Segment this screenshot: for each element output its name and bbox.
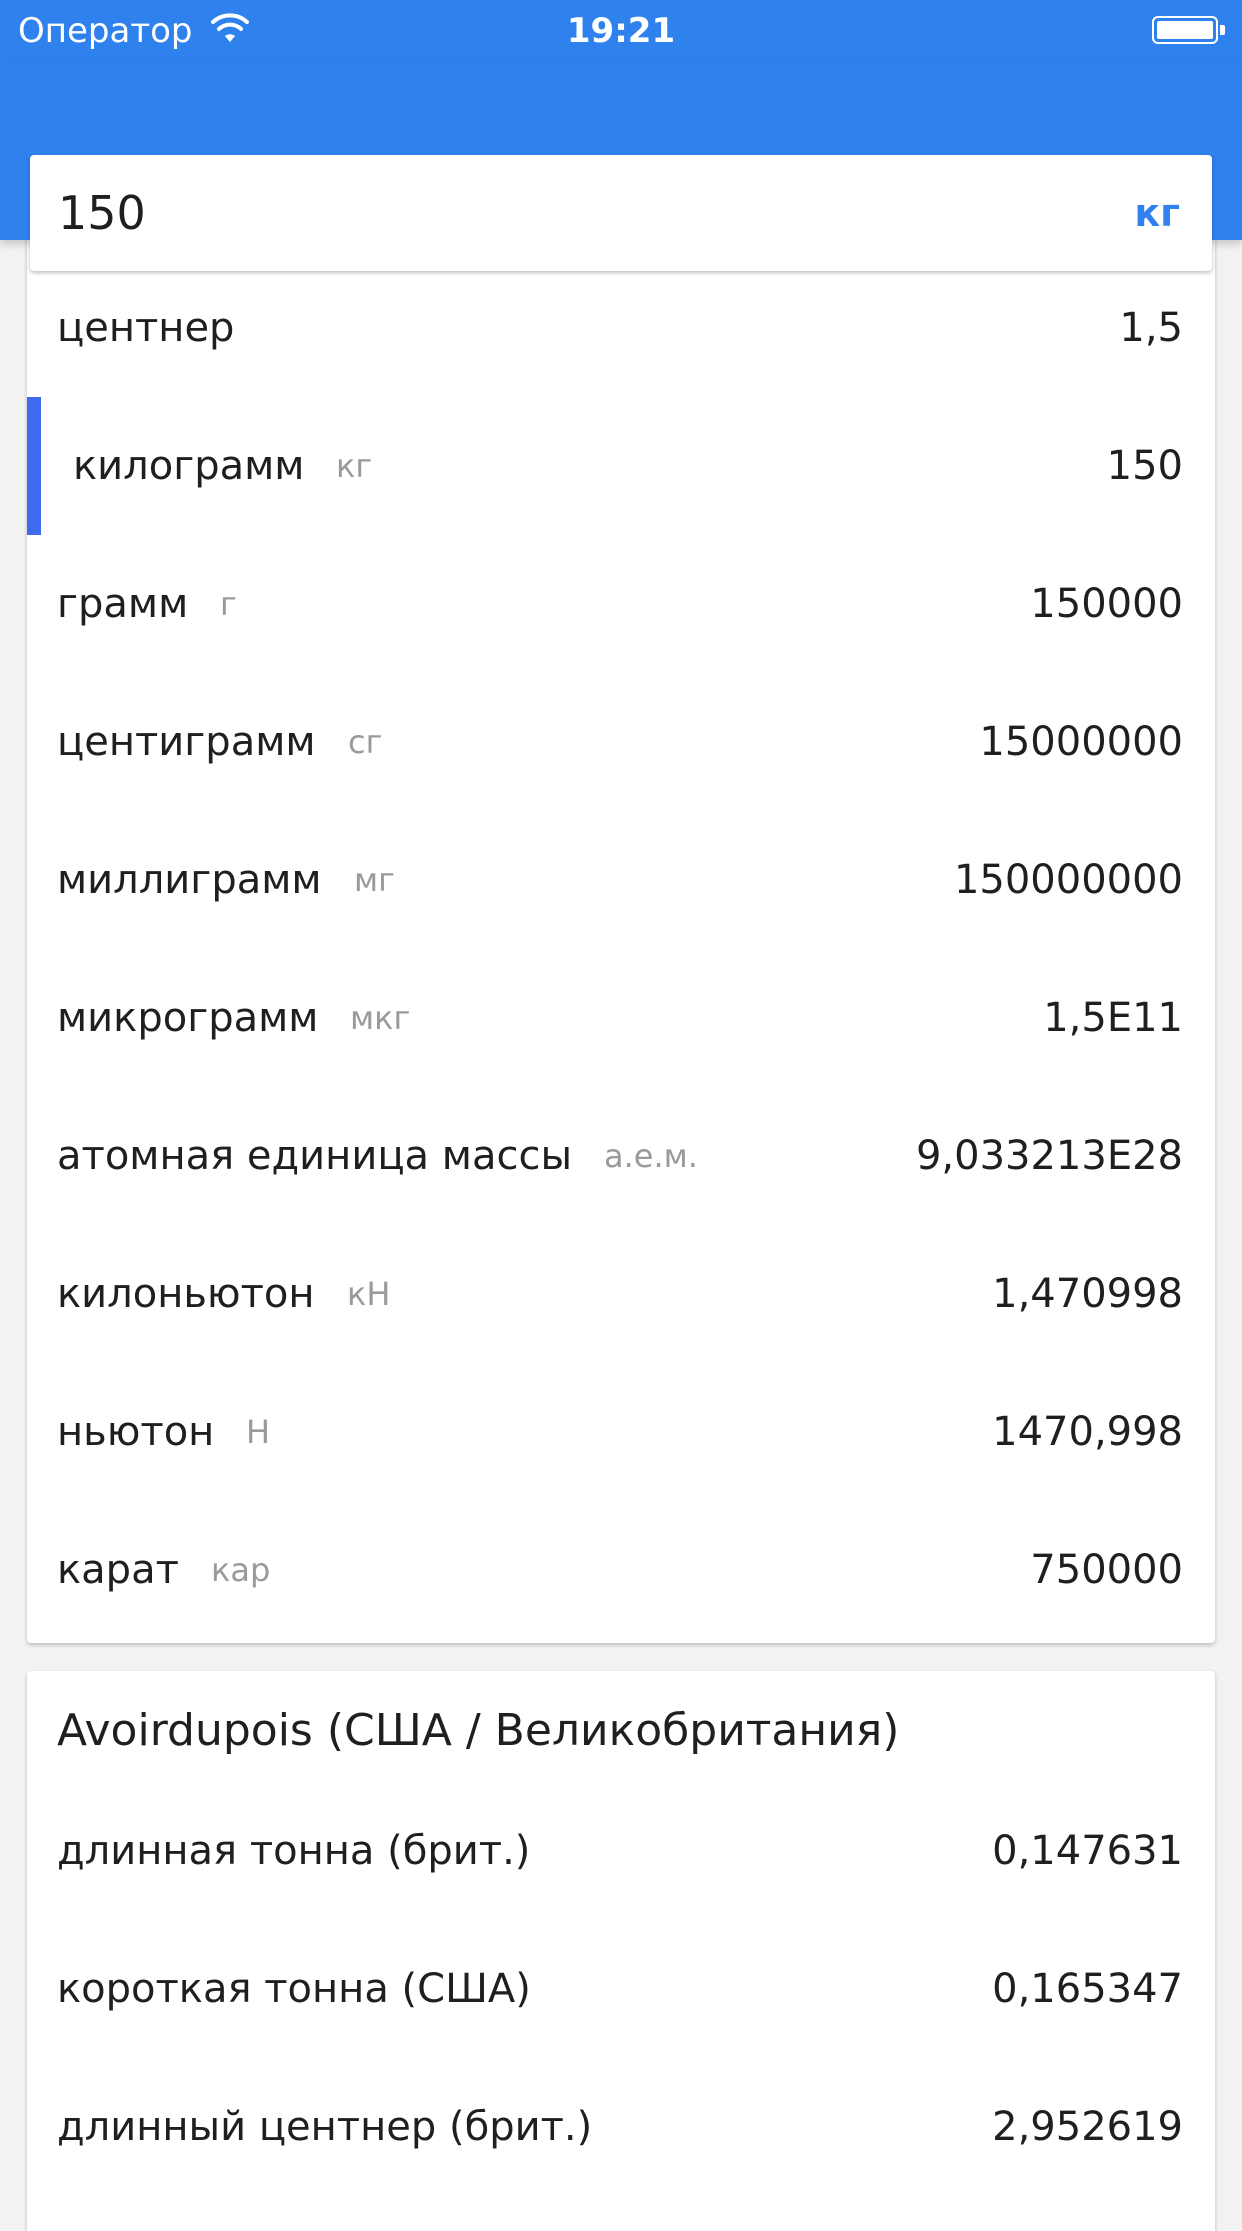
unit-row[interactable]: килоньютон кН 1,470998 <box>27 1225 1215 1363</box>
unit-abbreviation: а.е.м. <box>604 1137 698 1175</box>
unit-row[interactable]: грамм г 150000 <box>27 535 1215 673</box>
battery-level <box>1157 21 1213 39</box>
unit-abbreviation: кар <box>211 1551 271 1589</box>
unit-name: короткая тонна (США) <box>57 1966 531 2012</box>
status-clock: 19:21 <box>566 11 676 51</box>
unit-value: 1,5 <box>1119 305 1183 351</box>
unit-name: атомная единица массы <box>57 1133 573 1179</box>
unit-row[interactable]: атомная единица массы а.е.м. 9,033213E28 <box>27 1087 1215 1225</box>
unit-name: килограмм <box>73 443 305 489</box>
unit-value: 1,470998 <box>992 1271 1183 1317</box>
unit-abbreviation: сг <box>348 723 383 761</box>
unit-abbreviation: мкг <box>350 999 411 1037</box>
unit-name: килоньютон <box>57 1271 315 1317</box>
unit-name: центиграмм <box>57 719 316 765</box>
unit-row[interactable]: короткая тонна (США) 0,165347 <box>27 1920 1215 2058</box>
unit-value: 150000 <box>1030 581 1183 627</box>
unit-abbreviation: кН <box>347 1275 391 1313</box>
avoirdupois-card: Avoirdupois (США / Великобритания) длинн… <box>27 1671 1215 2231</box>
unit-value: 750000 <box>1030 1547 1183 1593</box>
unit-name: длинный центнер (брит.) <box>57 2104 593 2150</box>
unit-name: микрограмм <box>57 995 319 1041</box>
unit-name: карат <box>57 1547 179 1593</box>
unit-row[interactable]: длинный центнер (брит.) 2,952619 <box>27 2058 1215 2196</box>
unit-row[interactable]: ньютон Н 1470,998 <box>27 1363 1215 1501</box>
unit-row[interactable]: длинная тонна (брит.) 0,147631 <box>27 1782 1215 1920</box>
unit-selector-button[interactable]: кг <box>1134 155 1180 271</box>
unit-value: 0,147631 <box>992 1828 1183 1874</box>
unit-name: ньютон <box>57 1409 215 1455</box>
value-input[interactable] <box>58 155 1058 271</box>
unit-name: длинная тонна (брит.) <box>57 1828 531 1874</box>
unit-row[interactable]: центиграмм сг 15000000 <box>27 673 1215 811</box>
section-title: Avoirdupois (США / Великобритания) <box>57 1705 900 1756</box>
unit-abbreviation: мг <box>354 861 395 899</box>
app-header: кг <box>0 62 1242 271</box>
unit-row[interactable]: килограмм кг 150 <box>27 397 1215 535</box>
selected-row-indicator <box>27 397 41 535</box>
unit-value: 15000000 <box>979 719 1183 765</box>
unit-row[interactable]: карат кар 750000 <box>27 1501 1215 1639</box>
unit-row[interactable]: миллиграмм мг 150000000 <box>27 811 1215 949</box>
value-input-box[interactable]: кг <box>30 155 1212 271</box>
unit-value: 2,952619 <box>992 2104 1183 2150</box>
battery-icon <box>1152 16 1218 44</box>
unit-row[interactable]: микрограмм мкг 1,5E11 <box>27 949 1215 1087</box>
metric-units-card: центнер 1,5 килограмм кг 150 грамм г 150000 цент… <box>27 200 1215 1643</box>
unit-abbreviation: г <box>220 585 237 623</box>
battery-cap <box>1220 25 1225 35</box>
unit-value: 150 <box>1106 443 1183 489</box>
unit-value: 1,5E11 <box>1043 995 1183 1041</box>
unit-row[interactable]: центнер 1,5 <box>27 259 1215 397</box>
unit-value: 0,165347 <box>992 1966 1183 2012</box>
status-bar: Оператор 19:21 <box>0 0 1242 62</box>
unit-value: 1470,998 <box>992 1409 1183 1455</box>
unit-name: грамм <box>57 581 189 627</box>
unit-abbreviation: кг <box>336 447 373 485</box>
unit-value: 150000000 <box>953 857 1183 903</box>
unit-value: 9,033213E28 <box>915 1133 1183 1179</box>
unit-name: центнер <box>57 305 235 351</box>
unit-abbreviation: Н <box>246 1413 271 1451</box>
unit-name: миллиграмм <box>57 857 322 903</box>
